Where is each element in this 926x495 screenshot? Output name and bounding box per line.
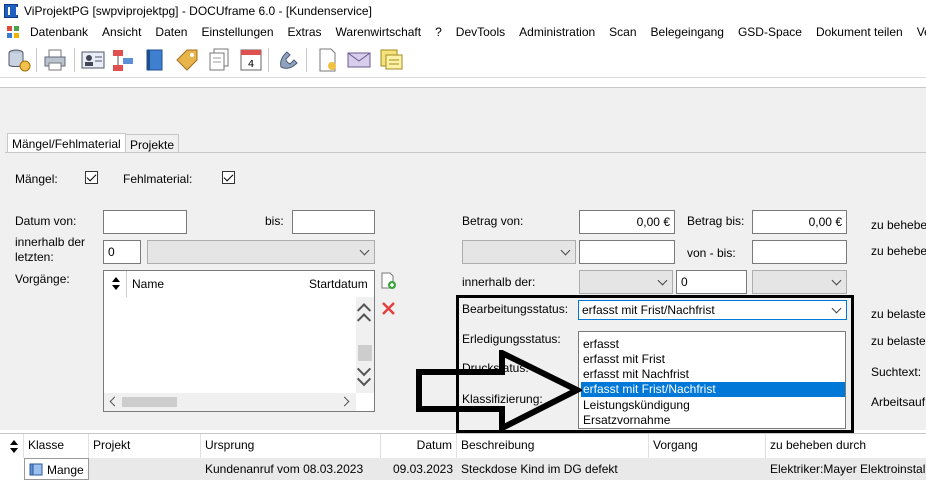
org-chart-icon[interactable] <box>110 47 136 73</box>
cell-zu-beheben-durch[interactable]: Elektriker:Mayer Elektroinstalla <box>766 458 926 480</box>
envelope-icon[interactable] <box>346 47 372 73</box>
col-zu-beheben-durch[interactable]: zu beheben durch <box>766 434 926 458</box>
results-grid[interactable]: Klasse Projekt Ursprung Datum Beschreibu… <box>0 433 926 495</box>
betrag-typ-select[interactable] <box>462 240 576 264</box>
menu-item[interactable]: ? <box>435 25 449 39</box>
fehlmaterial-label: Fehlmaterial: <box>123 172 193 186</box>
von-input[interactable] <box>579 240 675 264</box>
zu-beheben-label-1: zu behebe <box>871 218 926 232</box>
arbeitsauftrag-label: Arbeitsauf <box>871 395 926 409</box>
calendar-icon[interactable]: 4 <box>238 47 264 73</box>
notes-icon[interactable] <box>378 47 404 73</box>
vertical-scrollbar[interactable] <box>356 297 374 393</box>
menu-bar: Datenbank Ansicht Daten Einstellungen Extras… <box>0 22 926 42</box>
book-icon <box>29 463 43 476</box>
menu-item[interactable]: Scan <box>609 25 643 39</box>
betrag-bis-label: Betrag bis: <box>687 214 745 228</box>
zu-belasten-label-1: zu belaster <box>871 307 926 321</box>
menu-item[interactable]: Ansicht <box>102 25 148 39</box>
cell-projekt[interactable] <box>89 458 201 480</box>
menu-item[interactable]: Datenbank <box>30 25 95 39</box>
innerhalb-der-input[interactable]: 0 <box>676 270 747 294</box>
cell-beschreibung[interactable]: Steckdose Kind im DG defekt <box>457 458 649 480</box>
von-bis-label: von - bis: <box>687 246 736 260</box>
cell-klasse[interactable]: Mange <box>24 458 89 480</box>
datum-von-label: Datum von: <box>15 214 77 228</box>
innerhalb-letzten-label: innerhalb der letzten: <box>15 235 86 264</box>
menu-item[interactable]: Vertr <box>917 25 926 39</box>
menu-item[interactable]: GSD-Space <box>738 25 809 39</box>
datum-bis-input[interactable] <box>292 210 375 234</box>
title-bar: ViProjektPG [swpviprojektpg] - DOCUframe… <box>0 0 926 22</box>
book-icon[interactable] <box>142 47 168 73</box>
zeitraum-select[interactable] <box>147 240 375 264</box>
menu-item[interactable]: Einstellungen <box>201 25 280 39</box>
col-datum[interactable]: Datum <box>381 434 457 458</box>
col-klasse[interactable]: Klasse <box>24 434 89 458</box>
maengel-label: Mängel: <box>15 172 58 186</box>
vorgaenge-grid[interactable]: Name Startdatum <box>103 270 375 412</box>
app-menu-icon[interactable] <box>7 26 20 39</box>
menu-item[interactable]: Daten <box>155 25 194 39</box>
delete-icon[interactable] <box>382 302 395 315</box>
maengel-checkbox[interactable] <box>85 171 98 184</box>
add-document-icon[interactable] <box>381 272 397 290</box>
datum-von-input[interactable] <box>103 210 187 234</box>
horizontal-scrollbar[interactable] <box>104 393 356 411</box>
menu-item[interactable]: Administration <box>519 25 602 39</box>
app-icon <box>4 4 18 18</box>
innerhalb-der-label: innerhalb der: <box>462 275 536 289</box>
menu-item[interactable]: Dokument teilen <box>816 25 910 39</box>
fehlmaterial-checkbox[interactable] <box>222 171 235 184</box>
col-projekt[interactable]: Projekt <box>89 434 201 458</box>
tab-projekte[interactable]: Projekte <box>125 134 180 154</box>
phone-icon[interactable] <box>276 47 302 73</box>
innerhalb-der-einheit-select[interactable] <box>752 270 847 294</box>
menu-item[interactable]: Belegeingang <box>651 25 731 39</box>
sort-icon[interactable] <box>110 277 122 291</box>
menu-item[interactable]: Extras <box>288 25 329 39</box>
documents-icon[interactable] <box>206 47 232 73</box>
zu-beheben-label-2: zu behebe <box>871 244 926 258</box>
suchtext-label: Suchtext: <box>871 365 922 379</box>
printer-icon[interactable] <box>42 47 68 73</box>
arrow-annotation <box>416 350 582 433</box>
address-card-icon[interactable] <box>80 47 106 73</box>
tab-maengel[interactable]: Mängel/Fehlmaterial <box>7 133 126 153</box>
betrag-von-input[interactable]: 0,00 € <box>579 210 675 234</box>
zu-belasten-label-2: zu belaster <box>871 334 926 348</box>
menu-item[interactable]: Warenwirtschaft <box>336 25 429 39</box>
vorgaenge-col-name[interactable]: Name <box>132 277 164 291</box>
tag-icon[interactable] <box>174 47 200 73</box>
innerhalb-der-select[interactable] <box>579 270 673 294</box>
calendar-day: 4 <box>248 59 254 70</box>
cell-datum[interactable]: 09.03.2023 <box>381 458 457 480</box>
col-beschreibung[interactable]: Beschreibung <box>457 434 649 458</box>
database-icon[interactable] <box>6 47 32 73</box>
col-ursprung[interactable]: Ursprung <box>201 434 381 458</box>
window-title: ViProjektPG [swpviprojektpg] - DOCUframe… <box>24 4 372 18</box>
cell-klasse-text: Mange <box>47 463 84 477</box>
menu-item[interactable]: DevTools <box>456 25 512 39</box>
betrag-bis-input[interactable]: 0,00 € <box>752 210 847 234</box>
cell-vorgang[interactable] <box>649 458 766 480</box>
bis-input[interactable] <box>752 240 847 264</box>
betrag-von-label: Betrag von: <box>462 214 524 228</box>
toolbar: 4 <box>0 42 926 78</box>
bis-label: bis: <box>265 214 284 228</box>
col-vorgang[interactable]: Vorgang <box>649 434 766 458</box>
cell-ursprung[interactable]: Kundenanruf vom 08.03.2023 <box>201 458 381 480</box>
innerhalb-letzten-input[interactable]: 0 <box>103 240 141 264</box>
vorgaenge-label: Vorgänge: <box>15 272 70 286</box>
vorgaenge-col-start[interactable]: Startdatum <box>309 277 368 291</box>
document-icon[interactable] <box>314 47 340 73</box>
